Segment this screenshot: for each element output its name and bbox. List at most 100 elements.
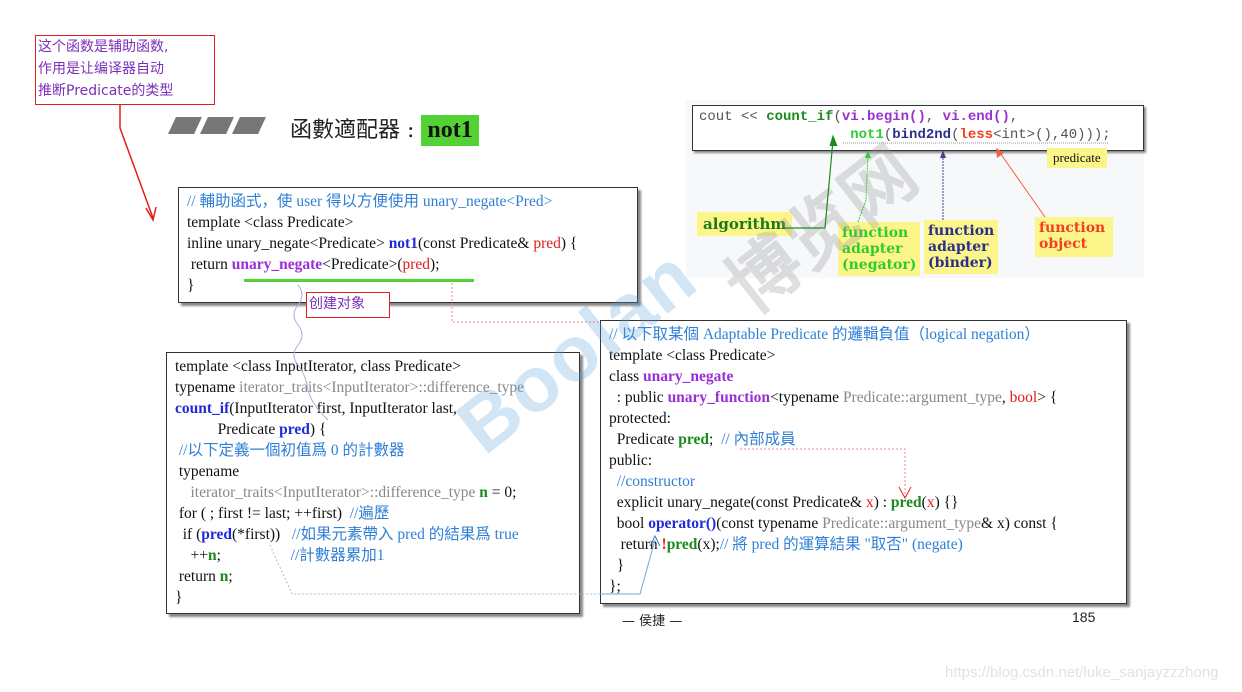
code-text: , — [1009, 109, 1019, 125]
ctor-param: x — [926, 494, 935, 511]
code-comment: // 輔助函式，使 user 得以方便使用 unary_negate<Pred> — [187, 193, 553, 210]
code-line: protected: — [609, 410, 671, 427]
end-call: vi.end() — [942, 109, 1010, 125]
code-text: ) : — [873, 494, 891, 511]
note-arrow — [119, 105, 154, 219]
not1-code-box: // 輔助函式，使 user 得以方便使用 unary_negate<Pred>… — [178, 187, 638, 303]
code-line: template <class Predicate> — [187, 214, 354, 231]
label-line: (binder) — [928, 255, 993, 271]
code-text: Predicate — [609, 431, 679, 448]
code-text: return — [187, 256, 232, 273]
pred-param: pred — [533, 235, 561, 252]
code-comment: //constructor — [609, 473, 696, 490]
code-text: , — [1001, 389, 1010, 406]
unary-function-base: unary_function — [667, 389, 771, 406]
pred-member: pred — [678, 431, 710, 448]
pred-member: pred — [890, 494, 922, 511]
annotation-line: 推断Predicate的类型 — [38, 83, 174, 99]
code-line: } — [175, 589, 183, 606]
code-text: cout << — [699, 109, 767, 125]
code-line: } — [187, 277, 195, 294]
slide-title-prefix: 函數適配器 : — [290, 118, 415, 143]
label-line: object — [1039, 236, 1088, 252]
code-text: ) { — [560, 235, 578, 252]
code-text: return — [609, 536, 662, 553]
code-text: bool — [609, 515, 649, 532]
ctor-param: x — [865, 494, 874, 511]
count-if-function-name: count_if — [175, 400, 230, 417]
code-text: iterator_traits<InputIterator>::differen… — [175, 484, 480, 501]
less-call: less — [959, 127, 994, 143]
code-text: = 0; — [487, 484, 517, 501]
binder-label: function adapter (binder) — [924, 220, 999, 274]
code-text: ; — [709, 431, 722, 448]
code-text: typename — [175, 379, 240, 396]
footer-author: — 侯捷 — — [622, 614, 683, 629]
code-comment: //以下定義一個初值爲 0 的計數器 — [175, 442, 405, 459]
annotation-line: 作用是让编译器自动 — [38, 61, 164, 77]
code-text: : public — [609, 389, 668, 406]
label-line: function — [1039, 220, 1106, 236]
code-line: template <class InputIterator, class Pre… — [175, 358, 461, 375]
predicate-label: predicate — [1047, 148, 1107, 168]
code-text: ) {} — [934, 494, 959, 511]
code-comment: //計數器累加1 — [290, 547, 385, 564]
label-line: adapter — [928, 239, 989, 255]
usage-code-box: cout << count_if(vi.begin(), vi.end(), n… — [692, 105, 1144, 151]
code-text: (const typename — [716, 515, 823, 532]
annotation-note: 这个函数是辅助函数, 作用是让编译器自动 推断Predicate的类型 — [35, 35, 215, 105]
code-line: public: — [609, 452, 653, 469]
annotation-line: 这个函数是辅助函数, — [38, 39, 169, 55]
pred-param: pred — [279, 421, 310, 438]
pred-arg: pred — [402, 256, 431, 273]
code-line: } — [609, 557, 625, 574]
code-text: explicit unary_negate(const Predicate& — [609, 494, 866, 511]
code-text: inline unary_negate<Predicate> — [187, 235, 389, 252]
code-text: > { — [1037, 389, 1058, 406]
code-comment: // 將 pred 的運算結果 "取否" (negate) — [719, 536, 963, 553]
code-text: , — [925, 109, 943, 125]
code-text: (x); — [697, 536, 720, 553]
code-text: ( — [833, 109, 842, 125]
code-text: ; — [228, 568, 233, 585]
code-text: if ( — [175, 526, 202, 543]
site-watermark: https://blog.csdn.net/luke_sanjayzzzhong — [945, 664, 1219, 681]
slide-title-keyword: not1 — [421, 115, 479, 146]
highlight-underline — [244, 279, 474, 282]
code-text: (const Predicate& — [417, 235, 534, 252]
code-text: ) { — [309, 421, 327, 438]
code-text: Predicate — [175, 421, 280, 438]
code-line: }; — [609, 578, 621, 595]
bind2nd-call: bind2nd — [892, 127, 952, 143]
bool-type: bool — [1009, 389, 1038, 406]
code-comment: // 內部成員 — [721, 431, 796, 448]
code-line: typename — [175, 463, 240, 480]
pred-call: pred — [201, 526, 232, 543]
begin-call: vi.begin() — [841, 109, 926, 125]
code-text: return — [175, 568, 220, 585]
code-text: Predicate::argument_type — [822, 515, 982, 532]
code-text: <Predicate>( — [322, 256, 403, 273]
code-comment: //遍歷 — [349, 505, 390, 522]
note-arrow-head — [145, 206, 157, 223]
function-object-label: function object — [1035, 217, 1113, 257]
code-text: ); — [430, 256, 440, 273]
code-text: ++ — [175, 547, 208, 564]
slide-title: 函數適配器 : not1 — [290, 112, 479, 146]
counter-var: n — [207, 547, 217, 564]
code-text: & x) const { — [981, 515, 1058, 532]
counter-var: n — [479, 484, 488, 501]
code-text: for ( ; first != last; ++first) — [175, 505, 350, 522]
unary-negate-code-box: // 以下取某個 Adaptable Predicate 的邏輯負值（logic… — [600, 320, 1127, 604]
code-text: ; — [216, 547, 291, 564]
code-text: Predicate::argument_type — [842, 389, 1002, 406]
call-operator: operator() — [648, 515, 717, 532]
count-if-call: count_if — [766, 109, 834, 125]
unary-negate-class-name: unary_negate — [231, 256, 323, 273]
code-text: <int>(),40))); — [993, 127, 1111, 143]
label-line: function — [928, 223, 995, 239]
code-text: (*first)) — [232, 526, 292, 543]
code-text: <typename — [770, 389, 843, 406]
page-number: 185 — [1072, 609, 1096, 625]
